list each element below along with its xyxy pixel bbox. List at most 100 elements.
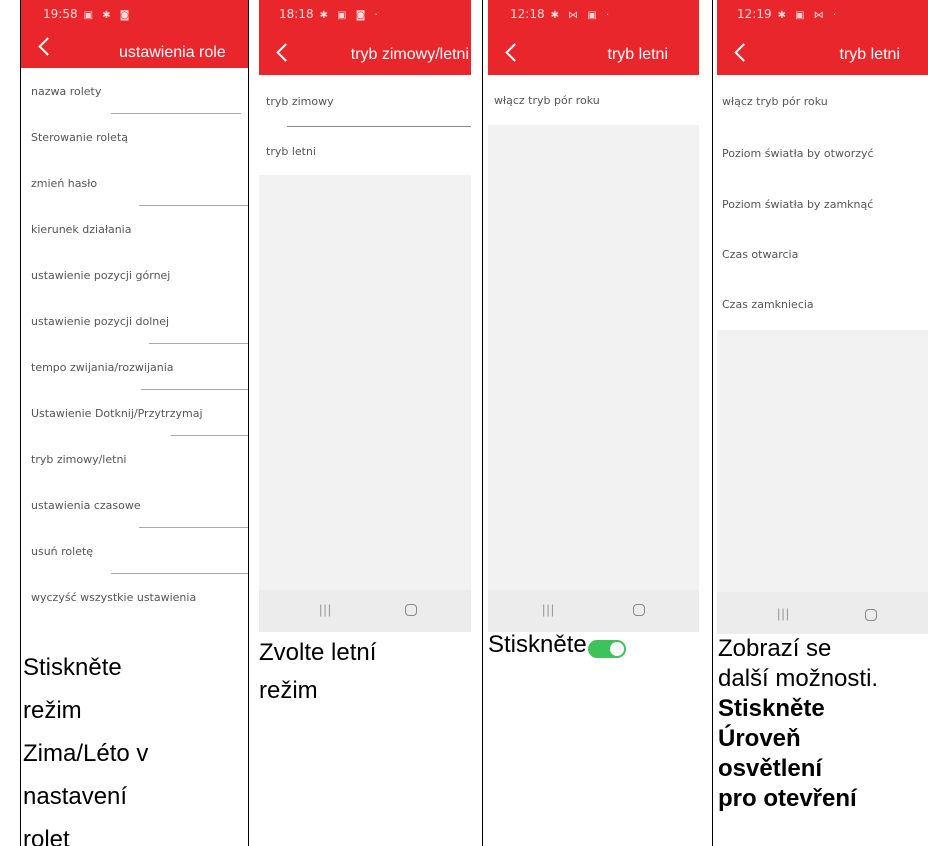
status-bar: 12:18 ✱ ⋈ ▣ · bbox=[510, 7, 612, 21]
menu-item-pozycja-gorna[interactable]: ustawienie pozycji górnej bbox=[21, 252, 248, 298]
menu-item-tryb-zimowy[interactable]: tryb zimowy bbox=[259, 75, 471, 127]
column-divider bbox=[482, 0, 483, 846]
phone-screen: 18:18 ✱ ▣ ◙ · tryb zimowy/letni tryb zimo… bbox=[259, 0, 471, 632]
menu-item-label: włącz tryb pór roku bbox=[494, 93, 600, 107]
caption-line: režim bbox=[23, 697, 82, 724]
caption-line: další možnosti. bbox=[718, 665, 879, 692]
status-time: 19:58 bbox=[43, 7, 78, 21]
menu-item-label: usuń roletę bbox=[31, 544, 94, 558]
menu-item-label: tempo zwijania/rozwijania bbox=[31, 360, 174, 374]
back-arrow-icon[interactable] bbox=[275, 44, 289, 58]
instruction-caption: Stiskněte bbox=[488, 628, 626, 662]
menu-item-pozycja-dolna[interactable]: ustawienie pozycji dolnej bbox=[21, 298, 248, 344]
app-header: 12:19 ✱ ▣ ⋈ · tryb letni bbox=[717, 0, 928, 75]
caption-line: nastavení bbox=[23, 783, 128, 810]
menu-item-tryb-letni[interactable]: tryb letni bbox=[259, 127, 471, 175]
menu-item-czas-zamkniecia[interactable]: Czas zamkniecia bbox=[717, 279, 928, 329]
menu-item-label: kierunek działania bbox=[31, 222, 132, 236]
status-icons: ✱ ⋈ ▣ · bbox=[550, 10, 613, 21]
menu-item-label: wyczyść wszystkie ustawienia bbox=[31, 590, 197, 604]
menu-item-label: Ustawienie Dotknij/Przytrzymaj bbox=[31, 406, 203, 420]
caption-line: Zobrazí se bbox=[718, 635, 832, 662]
recent-apps-icon[interactable]: ||| bbox=[542, 602, 555, 617]
system-nav-bar: ||| bbox=[717, 592, 928, 634]
menu-item-usun-rolete[interactable]: usuń roletę bbox=[21, 528, 248, 574]
menu-item-label: tryb letni bbox=[266, 144, 316, 158]
status-bar: 19:58 ▣ ✱ ◙ bbox=[43, 7, 132, 21]
menu-item-label: Czas zamkniecia bbox=[722, 297, 814, 311]
status-icons: ✱ ▣ ⋈ · bbox=[777, 10, 840, 21]
menu-item-label: ustawienie pozycji dolnej bbox=[31, 314, 170, 328]
instruction-caption: Stiskněte režim Zima/Léto v nastavení ro… bbox=[23, 646, 148, 846]
menu-item-label: włącz tryb pór roku bbox=[722, 94, 828, 108]
menu-item-zmien-haslo[interactable]: zmień hasło bbox=[21, 160, 248, 206]
settings-list: nazwa rolety Sterowanie roletą zmień has… bbox=[21, 68, 248, 620]
menu-item-wyczysc[interactable]: wyczyść wszystkie ustawienia bbox=[21, 574, 248, 620]
phone-screen: 19:58 ▣ ✱ ◙ ustawienia role nazwa rolety … bbox=[21, 0, 248, 620]
menu-item-wlacz-tryb[interactable]: włącz tryb pór roku bbox=[717, 75, 928, 127]
menu-item-poziom-zamknac[interactable]: Poziom światła by zamknąć bbox=[717, 179, 928, 229]
menu-item-label: zmień hasło bbox=[31, 176, 98, 190]
menu-item-wlacz-tryb[interactable]: włącz tryb pór roku bbox=[488, 75, 699, 125]
app-header: 19:58 ▣ ✱ ◙ ustawienia role bbox=[21, 0, 248, 68]
menu-item-nazwa-rolety[interactable]: nazwa rolety bbox=[21, 68, 248, 114]
menu-item-sterowanie[interactable]: Sterowanie roletą bbox=[21, 114, 248, 160]
back-arrow-icon[interactable] bbox=[37, 38, 51, 52]
caption-line: Zima/Léto v bbox=[23, 740, 149, 767]
status-icons: ▣ ✱ ◙ bbox=[83, 10, 133, 21]
status-bar: 12:19 ✱ ▣ ⋈ · bbox=[737, 7, 839, 21]
menu-item-label: ustawienie pozycji górnej bbox=[31, 268, 171, 282]
panel-winter-summer: 18:18 ✱ ▣ ◙ · tryb zimowy/letni tryb zimo… bbox=[259, 0, 471, 846]
menu-item-poziom-otworzyc[interactable]: Poziom światła by otworzyć bbox=[717, 127, 928, 179]
panel-settings: 19:58 ▣ ✱ ◙ ustawienia role nazwa rolety … bbox=[21, 0, 248, 846]
home-icon[interactable] bbox=[633, 604, 645, 616]
menu-item-label: Poziom światła by zamknąć bbox=[722, 197, 874, 211]
instruction-caption: Zvolte letní režim bbox=[259, 634, 376, 710]
screen-title: ustawienia role bbox=[119, 44, 226, 61]
menu-item-label: Poziom światła by otworzyć bbox=[722, 146, 874, 160]
menu-item-label: Sterowanie roletą bbox=[31, 130, 128, 144]
panel-summer-mode: 12:18 ✱ ⋈ ▣ · tryb letni włącz tryb pór r… bbox=[488, 0, 699, 846]
status-bar: 18:18 ✱ ▣ ◙ · bbox=[279, 7, 381, 21]
app-header: 18:18 ✱ ▣ ◙ · tryb zimowy/letni bbox=[259, 0, 471, 75]
menu-item-label: nazwa rolety bbox=[31, 84, 102, 98]
menu-item-ustawienia-czasowe[interactable]: ustawienia czasowe bbox=[21, 482, 248, 528]
screen-title: tryb letni bbox=[839, 46, 900, 63]
caption-line: režim bbox=[259, 677, 318, 704]
caption-line: rolet bbox=[23, 826, 70, 846]
phone-screen: 12:19 ✱ ▣ ⋈ · tryb letni włącz tryb pór r… bbox=[717, 0, 928, 634]
phone-screen: 12:18 ✱ ⋈ ▣ · tryb letni włącz tryb pór r… bbox=[488, 0, 699, 632]
app-header: 12:18 ✱ ⋈ ▣ · tryb letni bbox=[488, 0, 699, 75]
empty-area bbox=[259, 175, 471, 590]
home-icon[interactable] bbox=[405, 604, 417, 616]
menu-item-kierunek[interactable]: kierunek działania bbox=[21, 206, 248, 252]
status-time: 18:18 bbox=[279, 7, 314, 21]
caption-line: Stiskněte bbox=[23, 654, 122, 681]
menu-item-dotknij[interactable]: Ustawienie Dotknij/Przytrzymaj bbox=[21, 390, 248, 436]
status-icons: ✱ ▣ ◙ · bbox=[319, 10, 381, 21]
back-arrow-icon[interactable] bbox=[504, 44, 518, 58]
caption-line-bold: Úroveň bbox=[718, 725, 801, 752]
empty-area bbox=[488, 125, 699, 590]
status-time: 12:19 bbox=[737, 7, 772, 21]
status-time: 12:18 bbox=[510, 7, 545, 21]
caption-line-bold: osvětlení bbox=[718, 755, 823, 782]
back-arrow-icon[interactable] bbox=[733, 44, 747, 58]
menu-item-label: tryb zimowy bbox=[266, 94, 334, 108]
menu-item-tempo[interactable]: tempo zwijania/rozwijania bbox=[21, 344, 248, 390]
menu-item-label: tryb zimowy/letni bbox=[31, 452, 127, 466]
screen-title: tryb zimowy/letni bbox=[350, 46, 469, 63]
screen-title: tryb letni bbox=[607, 46, 668, 63]
recent-apps-icon[interactable]: ||| bbox=[777, 606, 790, 621]
caption-line-bold: Stiskněte bbox=[718, 695, 825, 722]
caption-line-bold: pro otevření bbox=[718, 785, 857, 812]
caption-line: Zvolte letní bbox=[259, 639, 377, 666]
menu-item-label: ustawienia czasowe bbox=[31, 498, 141, 512]
home-icon[interactable] bbox=[865, 609, 877, 621]
recent-apps-icon[interactable]: ||| bbox=[319, 602, 332, 617]
column-divider bbox=[248, 0, 249, 846]
instruction-caption: Zobrazí se další možnosti. Stiskněte Úro… bbox=[718, 634, 878, 814]
menu-item-tryb-zimowy-letni[interactable]: tryb zimowy/letni bbox=[21, 436, 248, 482]
menu-item-czas-otwarcia[interactable]: Czas otwarcia bbox=[717, 229, 928, 279]
empty-area bbox=[717, 330, 928, 592]
